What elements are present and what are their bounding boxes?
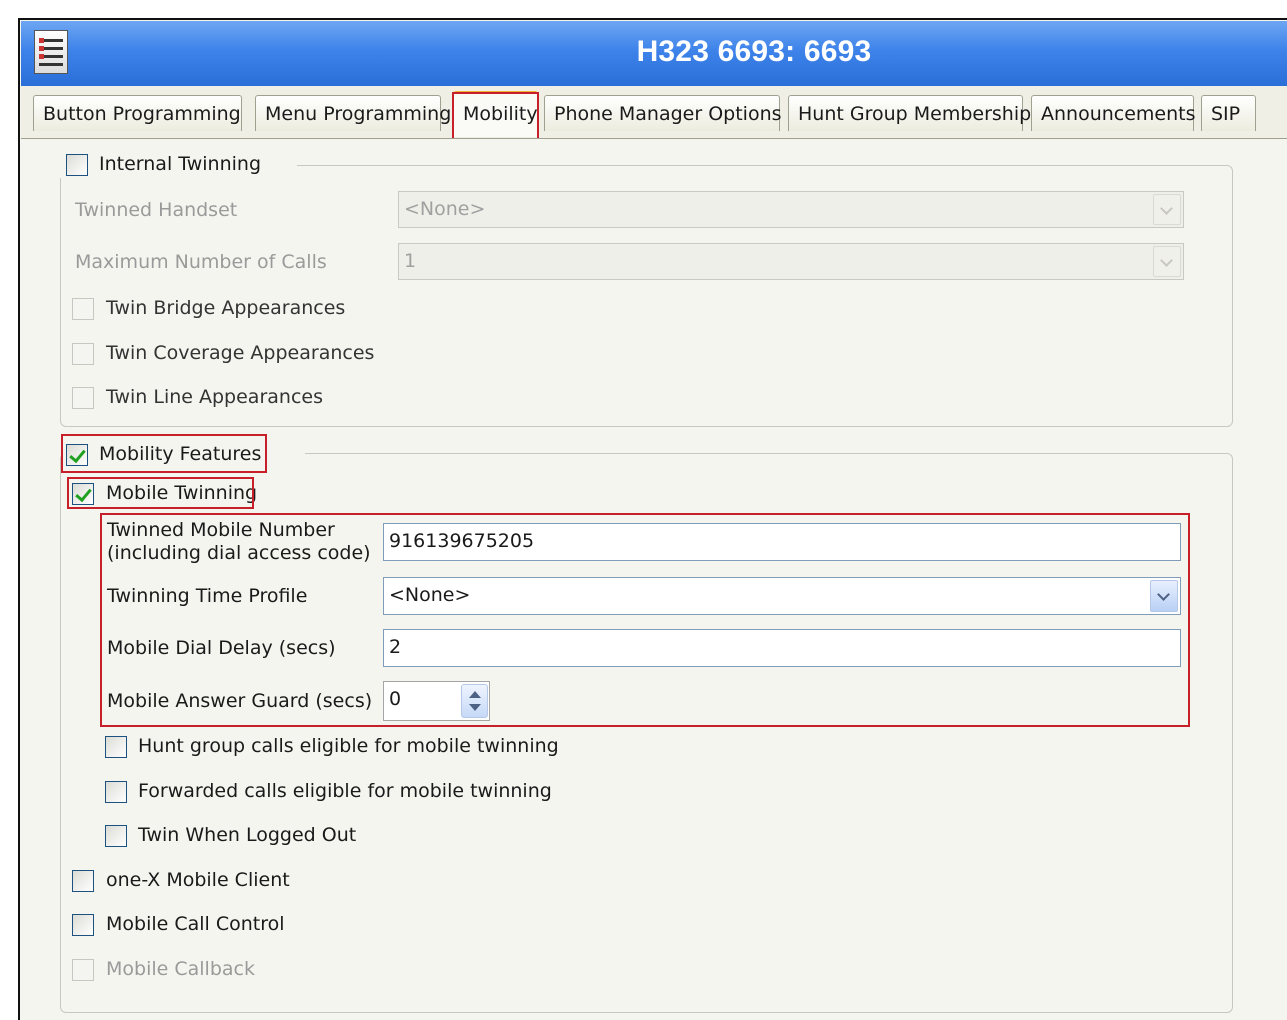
answer-guard-label: Mobile Answer Guard (secs) [107, 690, 373, 712]
logged-out-checkbox[interactable] [105, 825, 127, 847]
twinned-number-input[interactable]: 916139675205 [383, 523, 1181, 561]
twinned-handset-value: <None> [404, 198, 486, 220]
spin-down-icon[interactable] [469, 704, 481, 711]
max-calls-value: 1 [404, 250, 417, 272]
hunt-group-checkbox[interactable] [105, 736, 127, 758]
callback-label: Mobile Callback [106, 958, 255, 980]
forwarded-label: Forwarded calls eligible for mobile twin… [138, 780, 552, 802]
mobility-features-highlight [61, 434, 267, 473]
answer-guard-value: 0 [389, 688, 402, 710]
call-control-checkbox[interactable] [72, 914, 94, 936]
twinned-number-label-line2: (including dial access code) [107, 542, 371, 564]
tab-button-programming[interactable]: Button Programming [33, 95, 242, 131]
onex-checkbox[interactable] [72, 870, 94, 892]
answer-guard-spinner[interactable] [461, 684, 488, 718]
twin-line-checkbox[interactable] [72, 387, 94, 409]
twin-coverage-checkbox[interactable] [72, 343, 94, 365]
logged-out-label: Twin When Logged Out [138, 824, 357, 846]
chevron-down-icon[interactable] [1153, 246, 1181, 277]
forwarded-checkbox[interactable] [105, 781, 127, 803]
twinned-handset-label: Twinned Handset [75, 199, 238, 221]
title-bar: H323 6693: 6693 [21, 21, 1287, 87]
mobility-tab-highlight [452, 92, 539, 144]
time-profile-select[interactable]: <None> [383, 577, 1181, 615]
twin-coverage-label: Twin Coverage Appearances [106, 342, 375, 364]
twinned-number-label-line1: Twinned Mobile Number [107, 519, 335, 541]
twin-bridge-checkbox[interactable] [72, 298, 94, 320]
mobility-panel: Internal Twinning Twinned Handset <None>… [21, 138, 1287, 1013]
time-profile-value: <None> [389, 584, 471, 606]
internal-twinning-label: Internal Twinning [99, 153, 262, 175]
tab-hunt-group-membership[interactable]: Hunt Group Membership [788, 95, 1031, 131]
internal-twinning-checkbox[interactable] [66, 154, 88, 176]
time-profile-label: Twinning Time Profile [107, 585, 308, 607]
twin-bridge-label: Twin Bridge Appearances [106, 297, 346, 319]
spin-up-icon[interactable] [469, 691, 481, 698]
tab-strip: Button Programming Menu Programming Mobi… [21, 86, 1287, 138]
dial-delay-label: Mobile Dial Delay (secs) [107, 637, 336, 659]
chevron-down-icon[interactable] [1150, 580, 1178, 612]
chevron-down-icon[interactable] [1153, 194, 1181, 225]
max-calls-select[interactable]: 1 [398, 243, 1184, 280]
max-calls-label: Maximum Number of Calls [75, 251, 327, 273]
hunt-group-label: Hunt group calls eligible for mobile twi… [138, 735, 559, 757]
twin-line-label: Twin Line Appearances [106, 386, 323, 408]
call-control-label: Mobile Call Control [106, 913, 285, 935]
dial-delay-input[interactable]: 2 [383, 629, 1181, 667]
tab-phone-manager-options[interactable]: Phone Manager Options [544, 95, 782, 131]
twinned-number-label: Twinned Mobile Number (including dial ac… [107, 519, 371, 565]
tab-announcements[interactable]: Announcements [1031, 95, 1196, 131]
mobile-twinning-highlight [67, 477, 254, 509]
tab-sip[interactable]: SIP [1201, 95, 1256, 131]
window-title: H323 6693: 6693 [636, 35, 872, 68]
onex-label: one-X Mobile Client [106, 869, 290, 891]
tab-menu-programming[interactable]: Menu Programming [255, 95, 451, 131]
callback-checkbox[interactable] [72, 959, 94, 981]
twinned-handset-select[interactable]: <None> [398, 191, 1184, 228]
